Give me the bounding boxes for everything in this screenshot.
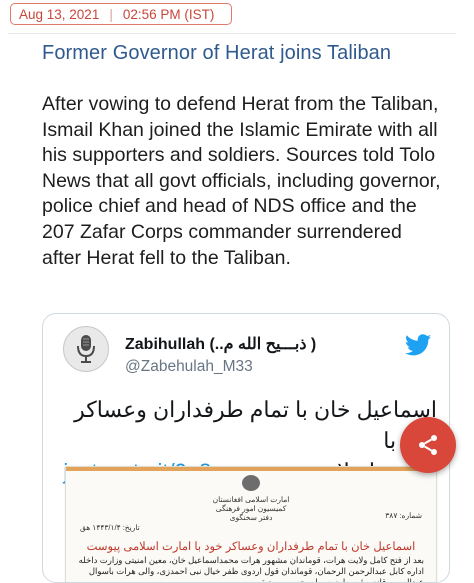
document-org: امارت اسلامی افغانستان کمیسیون امور فرهن… [66, 495, 436, 522]
tweet-handle[interactable]: @Zabehulah_M33 [125, 358, 253, 376]
document-title: اسماعیل خان با تمام طرفداران وعساکر خود … [86, 541, 416, 553]
date-separator: | [109, 6, 113, 22]
share-icon [419, 435, 437, 455]
org-line: دفتر سخنگوی [229, 513, 273, 522]
document-number: شماره: ۳۸۷ [385, 511, 422, 520]
tweet-text-line: اسماعیل خان با تمام طرفداران وعساکر خود … [74, 397, 437, 453]
microphone-icon [77, 335, 95, 363]
tweet-display-name[interactable]: Zabihullah (..ذبـــیح الله م ) [125, 334, 316, 354]
document-paragraph: بعد از فتح کامل ولایت هرات، قوماندان مشه… [78, 555, 424, 583]
article-body: After vowing to defend Herat from the Ta… [42, 93, 441, 269]
share-button[interactable] [400, 417, 456, 473]
org-line: کمیسیون امور فرهنگی [215, 504, 287, 513]
emblem-icon [242, 475, 260, 491]
tweet-image[interactable]: امارت اسلامی افغانستان کمیسیون امور فرهن… [65, 466, 437, 583]
avatar[interactable] [63, 326, 109, 372]
article-headline: Former Governor of Herat joins Taliban [42, 42, 392, 64]
twitter-bird-icon[interactable] [405, 334, 431, 356]
embedded-tweet[interactable]: Zabihullah (..ذبـــیح الله م ) @Zabehula… [42, 313, 450, 583]
document-date: تاریخ: ۱۴۴۳/۱/۴ هق [80, 523, 140, 532]
date-badge: Aug 13, 2021 | 02:56 PM (IST) [10, 3, 232, 25]
divider [8, 33, 456, 34]
org-line: امارت اسلامی افغانستان [212, 495, 290, 504]
document-border [66, 467, 436, 471]
date-text: Aug 13, 2021 [19, 6, 100, 22]
time-text: 02:56 PM (IST) [122, 6, 215, 22]
